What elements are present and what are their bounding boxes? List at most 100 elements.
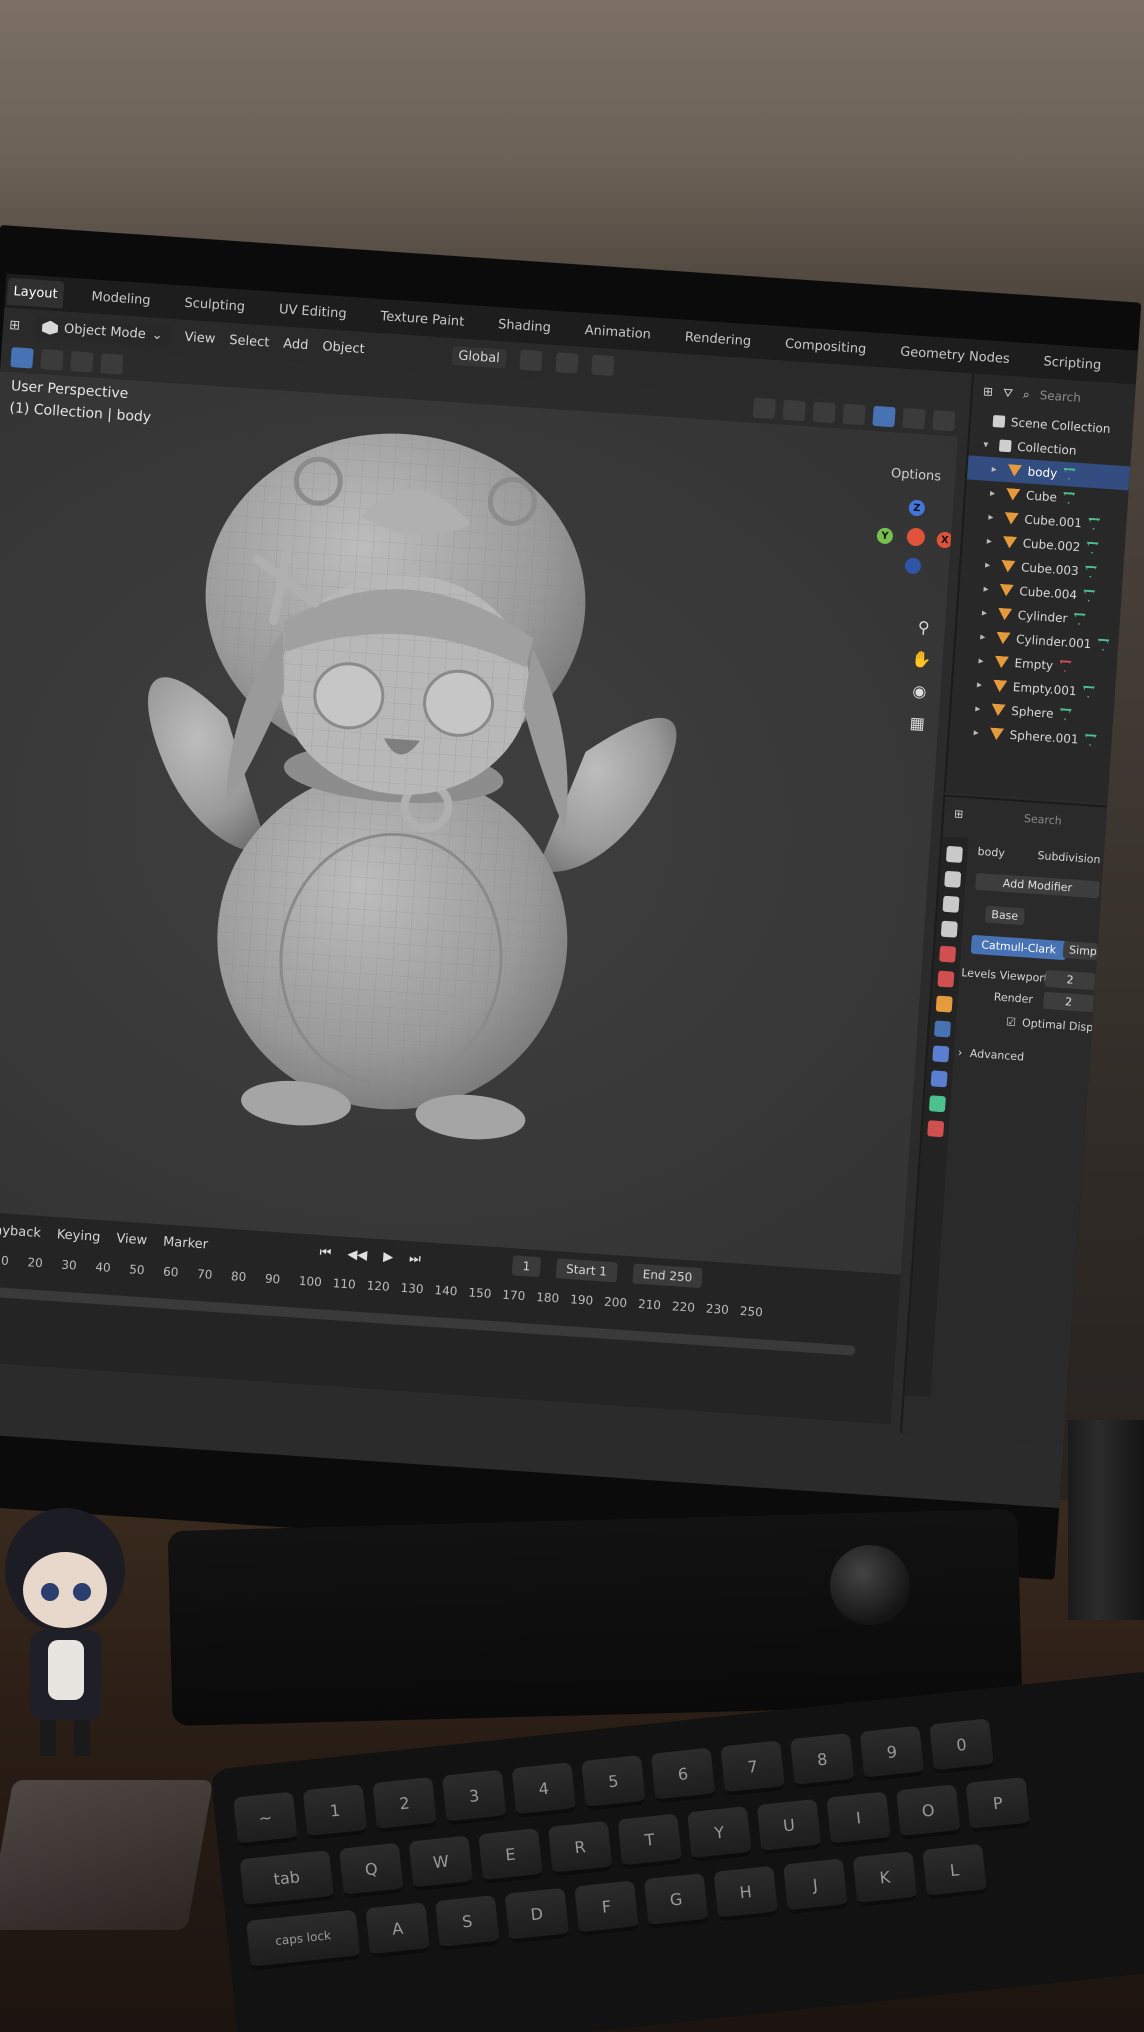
mode-dropdown[interactable]: Object Mode ⌄ (33, 316, 172, 347)
chevron-right-icon[interactable]: ▸ (973, 727, 984, 739)
menu-marker[interactable]: Marker (163, 1234, 209, 1252)
outliner-search-input[interactable]: Search (1039, 388, 1081, 405)
modifier-name-field[interactable]: Base (984, 905, 1025, 926)
key: K (852, 1851, 918, 1908)
mesh-object-icon (997, 608, 1012, 621)
prev-key-icon[interactable]: ◀◀ (347, 1247, 368, 1263)
scene-tab-icon[interactable] (939, 945, 957, 963)
tab-sculpting[interactable]: Sculpting (178, 289, 252, 321)
select-subtract-icon[interactable] (70, 351, 94, 373)
levels-viewport-field[interactable]: 2 (1044, 969, 1096, 991)
catmull-clark-button[interactable]: Catmull-Clark (970, 934, 1067, 961)
object-tab-icon[interactable] (935, 995, 953, 1013)
particles-tab-icon[interactable] (932, 1045, 950, 1063)
chevron-right-icon[interactable]: › (957, 1046, 962, 1059)
menu-object[interactable]: Object (322, 339, 365, 357)
snap-icon[interactable] (554, 352, 579, 374)
current-frame-field[interactable]: 1 (511, 1255, 541, 1278)
chevron-right-icon[interactable]: ▸ (978, 655, 989, 667)
filter-icon[interactable]: ⛛ (1002, 385, 1014, 401)
start-frame-field[interactable]: Start 1 (555, 1258, 618, 1283)
select-box-icon[interactable] (10, 347, 34, 369)
menu-add[interactable]: Add (283, 336, 309, 353)
tab-modeling[interactable]: Modeling (85, 283, 158, 315)
advanced-panel-header[interactable]: Advanced (969, 1047, 1024, 1064)
editor-type-icon[interactable]: ⊞ (9, 317, 21, 333)
chevron-right-icon[interactable]: ▸ (983, 583, 994, 595)
world-tab-icon[interactable] (937, 970, 955, 988)
tick: 10 (0, 1252, 10, 1268)
pivot-icon[interactable] (519, 349, 543, 372)
modifier-tab-icon[interactable] (933, 1020, 952, 1038)
menu-select[interactable]: Select (229, 332, 270, 350)
chevron-down-icon[interactable]: ▾ (983, 439, 994, 451)
data-tab-icon[interactable] (928, 1095, 946, 1113)
chevron-right-icon[interactable]: ▸ (977, 679, 988, 691)
menu-timeline-view[interactable]: View (116, 1231, 148, 1248)
tool-tab-icon[interactable] (945, 845, 963, 863)
scene-collection-label: Scene Collection (1010, 415, 1111, 436)
render-levels-field[interactable]: 2 (1043, 991, 1095, 1013)
select-intersect-icon[interactable] (100, 353, 124, 375)
proportional-edit-icon[interactable] (590, 354, 615, 377)
breadcrumb-modifier: Subdivision (1037, 849, 1101, 867)
tick: 20 (27, 1255, 44, 1271)
xray-icon[interactable] (842, 403, 866, 426)
menu-keying[interactable]: Keying (56, 1227, 101, 1245)
menu-playback[interactable]: Playback (0, 1222, 41, 1241)
3d-viewport[interactable]: User Perspective (1) Collection | body O… (0, 371, 958, 1275)
tick: 210 (637, 1296, 662, 1313)
key: 7 (720, 1740, 786, 1797)
overlay-toggle-icon[interactable] (812, 401, 836, 424)
output-tab-icon[interactable] (942, 895, 960, 913)
tab-geometry-nodes[interactable]: Geometry Nodes (893, 338, 1016, 373)
chevron-right-icon[interactable]: ▸ (986, 535, 997, 547)
blender-window: Layout Modeling Sculpting UV Editing Tex… (0, 273, 1139, 1509)
tab-uv-editing[interactable]: UV Editing (272, 295, 353, 327)
physics-tab-icon[interactable] (930, 1070, 948, 1088)
key: 2 (372, 1776, 438, 1833)
optimal-display-checkbox[interactable]: ☑ (1006, 1015, 1017, 1029)
tab-scripting[interactable]: Scripting (1037, 347, 1108, 379)
solid-shading-icon[interactable] (872, 405, 896, 428)
render-tab-icon[interactable] (944, 870, 962, 888)
tab-animation[interactable]: Animation (578, 316, 658, 348)
key: 0 (929, 1718, 995, 1775)
penguin-girl-model[interactable] (0, 371, 958, 1274)
tab-texture-paint[interactable]: Texture Paint (374, 302, 472, 335)
tab-rendering[interactable]: Rendering (678, 323, 758, 355)
levels-viewport-label: Levels Viewport (960, 966, 1049, 986)
chevron-right-icon[interactable]: ▸ (988, 511, 999, 523)
tab-layout[interactable]: Layout (6, 277, 65, 308)
editor-type-icon[interactable]: ⊞ (954, 807, 964, 821)
chevron-right-icon[interactable]: ▸ (982, 607, 993, 619)
chevron-right-icon[interactable]: ▸ (985, 559, 996, 571)
rendered-shading-icon[interactable] (932, 409, 956, 432)
end-frame-field[interactable]: End 250 (632, 1263, 703, 1289)
select-extend-icon[interactable] (40, 349, 64, 371)
tab-compositing[interactable]: Compositing (778, 330, 873, 363)
visibility-icon[interactable] (752, 397, 776, 420)
editor-type-icon[interactable]: ⊞ (982, 384, 993, 399)
play-icon[interactable]: ▶ (383, 1249, 394, 1265)
material-tab-icon[interactable] (927, 1120, 945, 1138)
chevron-right-icon[interactable]: ▸ (975, 703, 986, 715)
chevron-right-icon[interactable]: ▸ (980, 631, 991, 643)
figurine (5, 1508, 125, 1756)
mesh-object-icon (1002, 536, 1017, 549)
properties-search-input[interactable]: Search (1024, 812, 1063, 828)
mesh-object-icon (1006, 488, 1021, 501)
chevron-right-icon[interactable]: ▸ (990, 487, 1001, 499)
add-modifier-button[interactable]: Add Modifier (975, 872, 1100, 899)
jump-end-icon[interactable]: ⏭ (409, 1251, 422, 1267)
tab-shading[interactable]: Shading (491, 310, 557, 341)
view-layer-tab-icon[interactable] (940, 920, 958, 938)
chevron-right-icon[interactable]: ▸ (991, 464, 1002, 476)
collection-icon (998, 439, 1012, 453)
transform-orientation-dropdown[interactable]: Global (451, 345, 507, 369)
material-shading-icon[interactable] (902, 407, 926, 430)
item-label: Cube.004 (1018, 584, 1078, 603)
menu-view[interactable]: View (184, 329, 216, 346)
gizmo-toggle-icon[interactable] (782, 399, 806, 422)
jump-start-icon[interactable]: ⏮ (319, 1245, 332, 1261)
